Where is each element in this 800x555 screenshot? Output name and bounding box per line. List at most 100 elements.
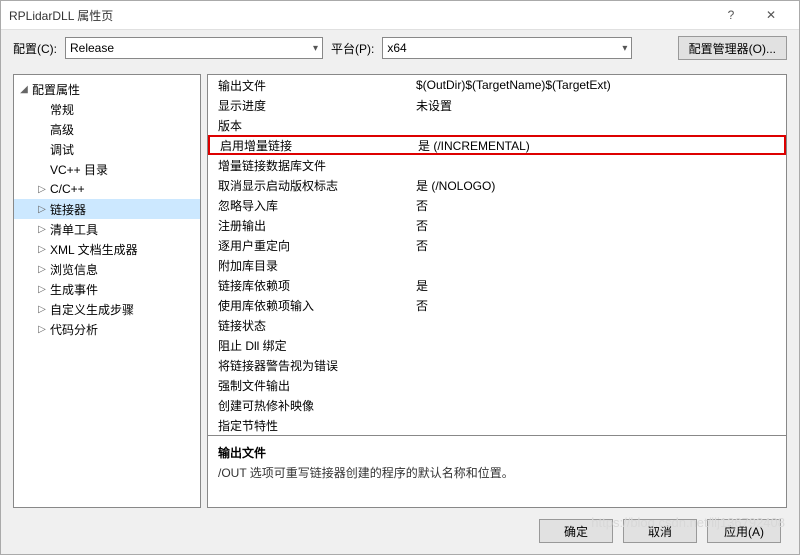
property-label: 版本 [208, 117, 408, 134]
property-row[interactable]: 将链接器警告视为错误 [208, 355, 786, 375]
config-row: 配置(C): Release ▾ 平台(P): x64 ▾ 配置管理器(O)..… [1, 30, 799, 66]
tree-collapsed-icon: ▷ [36, 244, 48, 255]
tree-item[interactable]: ▷生成事件 [14, 279, 200, 299]
tree-item[interactable]: ▷自定义生成步骤 [14, 299, 200, 319]
tree-item-label: 链接器 [50, 201, 86, 218]
apply-button[interactable]: 应用(A) [707, 519, 781, 543]
tree-item[interactable]: ▷C/C++ [14, 179, 200, 199]
property-row[interactable]: 阻止 Dll 绑定 [208, 335, 786, 355]
property-value: 是 [408, 277, 786, 294]
tree-item-label: 生成事件 [50, 281, 98, 298]
property-row[interactable]: 指定节特性 [208, 415, 786, 435]
tree-collapsed-icon: ▷ [36, 204, 48, 215]
tree-item[interactable]: 调试 [14, 139, 200, 159]
tree-collapsed-icon: ▷ [36, 304, 48, 315]
tree-collapsed-icon: ▷ [36, 264, 48, 275]
tree-view[interactable]: ◢配置属性常规高级调试VC++ 目录▷C/C++▷链接器▷清单工具▷XML 文档… [13, 74, 201, 508]
tree-item[interactable]: ▷链接器 [14, 199, 200, 219]
property-label: 指定节特性 [208, 417, 408, 434]
tree-item-label: 代码分析 [50, 321, 98, 338]
property-row[interactable]: 输出文件$(OutDir)$(TargetName)$(TargetExt) [208, 75, 786, 95]
property-label: 将链接器警告视为错误 [208, 357, 408, 374]
tree-item[interactable]: ▷清单工具 [14, 219, 200, 239]
tree-collapsed-icon: ▷ [36, 224, 48, 235]
property-row[interactable]: 版本 [208, 115, 786, 135]
property-value: 否 [408, 217, 786, 234]
tree-item[interactable]: 高级 [14, 119, 200, 139]
config-value: Release [70, 41, 114, 55]
property-label: 附加库目录 [208, 257, 408, 274]
property-label: 强制文件输出 [208, 377, 408, 394]
property-row[interactable]: 强制文件输出 [208, 375, 786, 395]
chevron-down-icon: ▾ [313, 43, 318, 54]
property-value: 否 [408, 237, 786, 254]
property-row[interactable]: 取消显示启动版权标志是 (/NOLOGO) [208, 175, 786, 195]
property-label: 启用增量链接 [210, 137, 410, 154]
property-value: 否 [408, 297, 786, 314]
property-value: 是 (/INCREMENTAL) [410, 137, 784, 154]
property-label: 创建可热修补映像 [208, 397, 408, 414]
tree-expanded-icon: ◢ [18, 84, 30, 95]
property-label: 注册输出 [208, 217, 408, 234]
tree-item-label: VC++ 目录 [50, 161, 108, 178]
description-text: /OUT 选项可重写链接器创建的程序的默认名称和位置。 [218, 464, 776, 481]
description-title: 输出文件 [218, 444, 776, 461]
tree-item[interactable]: ▷XML 文档生成器 [14, 239, 200, 259]
tree-collapsed-icon: ▷ [36, 324, 48, 335]
property-label: 使用库依赖项输入 [208, 297, 408, 314]
tree-item[interactable]: VC++ 目录 [14, 159, 200, 179]
property-row[interactable]: 链接状态 [208, 315, 786, 335]
property-label: 忽略导入库 [208, 197, 408, 214]
ok-button[interactable]: 确定 [539, 519, 613, 543]
help-button[interactable]: ? [711, 1, 751, 29]
property-value: $(OutDir)$(TargetName)$(TargetExt) [408, 78, 786, 92]
property-label: 输出文件 [208, 77, 408, 94]
platform-value: x64 [387, 41, 406, 55]
tree-item-label: 高级 [50, 121, 74, 138]
tree-item-label: 浏览信息 [50, 261, 98, 278]
tree-item[interactable]: ◢配置属性 [14, 79, 200, 99]
property-label: 增量链接数据库文件 [208, 157, 408, 174]
tree-item-label: XML 文档生成器 [50, 241, 138, 258]
platform-dropdown[interactable]: x64 ▾ [382, 37, 632, 59]
footer: 确定 取消 应用(A) [1, 508, 799, 554]
property-row[interactable]: 附加库目录 [208, 255, 786, 275]
property-row[interactable]: 显示进度未设置 [208, 95, 786, 115]
tree-item[interactable]: 常规 [14, 99, 200, 119]
tree-item-label: C/C++ [50, 182, 85, 196]
property-row[interactable]: 启用增量链接是 (/INCREMENTAL) [208, 135, 786, 155]
tree-item-label: 常规 [50, 101, 74, 118]
property-row[interactable]: 链接库依赖项是 [208, 275, 786, 295]
property-row[interactable]: 增量链接数据库文件 [208, 155, 786, 175]
property-label: 链接状态 [208, 317, 408, 334]
tree-item[interactable]: ▷浏览信息 [14, 259, 200, 279]
property-row[interactable]: 注册输出否 [208, 215, 786, 235]
config-manager-button[interactable]: 配置管理器(O)... [678, 36, 787, 60]
cancel-button[interactable]: 取消 [623, 519, 697, 543]
tree-item-label: 自定义生成步骤 [50, 301, 134, 318]
tree-item[interactable]: ▷代码分析 [14, 319, 200, 339]
close-button[interactable]: ✕ [751, 1, 791, 29]
tree-collapsed-icon: ▷ [36, 184, 48, 195]
window-title: RPLidarDLL 属性页 [9, 7, 711, 24]
chevron-down-icon: ▾ [622, 43, 627, 54]
property-grid[interactable]: 输出文件$(OutDir)$(TargetName)$(TargetExt)显示… [208, 75, 786, 435]
tree-collapsed-icon: ▷ [36, 284, 48, 295]
config-dropdown[interactable]: Release ▾ [65, 37, 323, 59]
titlebar: RPLidarDLL 属性页 ? ✕ [1, 1, 799, 30]
tree-item-label: 调试 [50, 141, 74, 158]
property-value: 是 (/NOLOGO) [408, 177, 786, 194]
property-row[interactable]: 忽略导入库否 [208, 195, 786, 215]
tree-item-label: 清单工具 [50, 221, 98, 238]
property-label: 阻止 Dll 绑定 [208, 337, 408, 354]
property-label: 显示进度 [208, 97, 408, 114]
property-label: 逐用户重定向 [208, 237, 408, 254]
property-label: 链接库依赖项 [208, 277, 408, 294]
tree-item-label: 配置属性 [32, 81, 80, 98]
property-row[interactable]: 使用库依赖项输入否 [208, 295, 786, 315]
property-row[interactable]: 创建可热修补映像 [208, 395, 786, 415]
config-label: 配置(C): [13, 40, 57, 57]
property-value: 否 [408, 197, 786, 214]
property-row[interactable]: 逐用户重定向否 [208, 235, 786, 255]
property-label: 取消显示启动版权标志 [208, 177, 408, 194]
